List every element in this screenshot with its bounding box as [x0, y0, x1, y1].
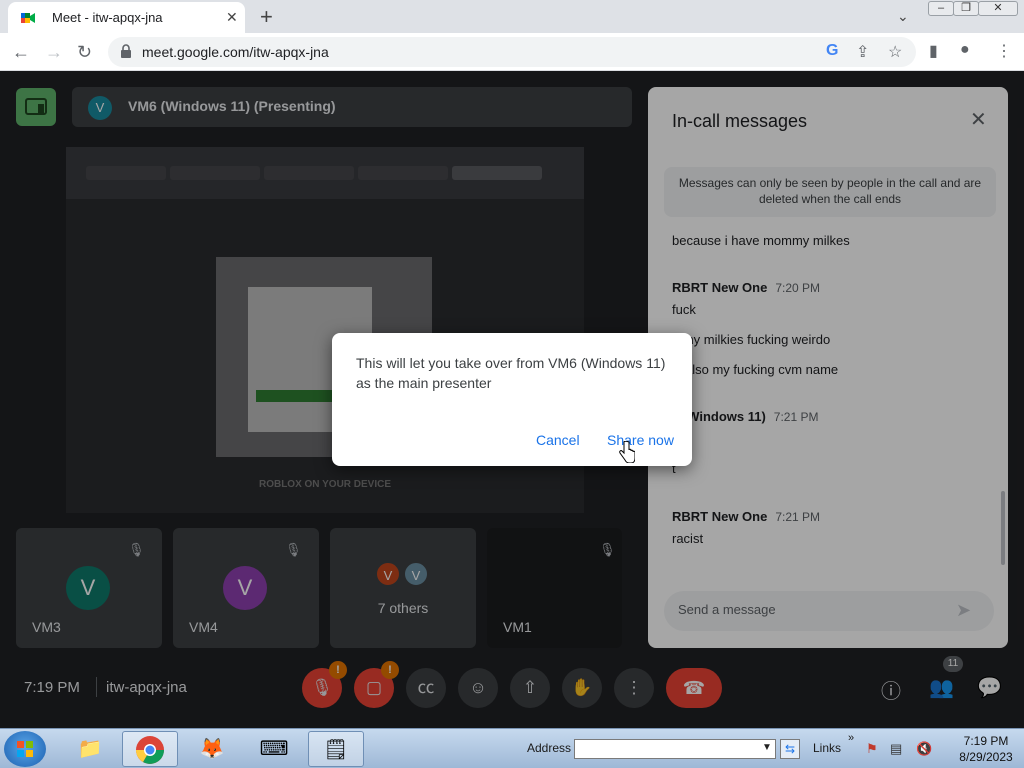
notepad-icon[interactable]: 🗒 — [308, 731, 364, 767]
reload-icon[interactable]: ↻ — [77, 42, 92, 63]
chrome-logo-icon — [136, 736, 164, 764]
windows-logo-icon — [17, 741, 33, 757]
bookmark-star-icon[interactable]: ☆ — [888, 42, 902, 62]
screen-root: Meet - itw-apqx-jna ✕ + ⌄ – ❐ ✕ ← → ↻ me… — [0, 0, 1024, 768]
side-panel-icon[interactable]: ▮ — [929, 41, 938, 61]
close-tab-icon[interactable]: ✕ — [226, 9, 238, 26]
start-button[interactable] — [4, 731, 46, 767]
meet-favicon-icon — [21, 13, 35, 23]
new-tab-icon[interactable]: + — [260, 4, 273, 30]
go-icon[interactable]: ⇆ — [780, 739, 800, 759]
tab-search-chevron-icon[interactable]: ⌄ — [897, 8, 909, 25]
take-over-dialog: This will let you take over from VM6 (Wi… — [332, 333, 692, 466]
flag-warning-icon[interactable]: ⚑ — [866, 741, 878, 757]
forward-icon[interactable]: → — [45, 42, 63, 63]
tray-time[interactable]: 7:19 PM — [950, 734, 1022, 748]
address-label: Address — [527, 741, 572, 755]
firefox-icon[interactable]: 🦊 — [184, 731, 240, 767]
share-now-button[interactable]: Share now — [607, 432, 674, 448]
windows-taskbar: 📁 🦊 ⌨ 🗒 Address ▼ ⇆ Links » ⚑ ▤ 🔇 7:19 P… — [0, 728, 1024, 768]
url-text[interactable]: meet.google.com/itw-apqx-jna — [142, 44, 329, 60]
profile-icon[interactable]: ● — [960, 41, 970, 59]
volume-muted-icon[interactable]: 🔇 — [916, 741, 932, 757]
back-icon[interactable]: ← — [12, 42, 30, 63]
browser-tabstrip: Meet - itw-apqx-jna ✕ + ⌄ – ❐ ✕ — [0, 0, 1024, 33]
address-input[interactable] — [575, 740, 759, 758]
chrome-taskbar-icon[interactable] — [122, 731, 178, 767]
tab-title: Meet - itw-apqx-jna — [52, 10, 163, 25]
google-icon[interactable]: G — [826, 42, 838, 60]
lock-icon — [121, 44, 131, 58]
browser-tab-meet[interactable]: Meet - itw-apqx-jna ✕ — [8, 2, 245, 33]
omnibox[interactable]: meet.google.com/itw-apqx-jna G ⇪ ☆ — [108, 37, 916, 67]
tray-date[interactable]: 8/29/2023 — [950, 750, 1022, 764]
chevron-right-icon[interactable]: » — [848, 732, 854, 744]
window-close-icon[interactable]: ✕ — [978, 1, 1018, 16]
address-box: ▼ — [574, 739, 776, 759]
chrome-menu-icon[interactable]: ⋮ — [996, 41, 1012, 61]
file-explorer-icon[interactable]: 📁 — [62, 731, 118, 767]
restore-icon[interactable]: ❐ — [953, 1, 979, 16]
browser-toolbar: ← → ↻ meet.google.com/itw-apqx-jna G ⇪ ☆… — [0, 33, 1024, 71]
keyboard-app-icon[interactable]: ⌨ — [246, 731, 302, 767]
minimize-icon[interactable]: – — [928, 1, 954, 16]
links-label[interactable]: Links — [813, 741, 841, 755]
hand-cursor-icon — [619, 441, 635, 463]
share-icon[interactable]: ⇪ — [856, 42, 869, 62]
cancel-button[interactable]: Cancel — [536, 432, 580, 448]
dialog-text: This will let you take over from VM6 (Wi… — [356, 355, 666, 391]
dropdown-arrow-icon[interactable]: ▼ — [762, 742, 772, 753]
network-icon[interactable]: ▤ — [890, 741, 902, 757]
